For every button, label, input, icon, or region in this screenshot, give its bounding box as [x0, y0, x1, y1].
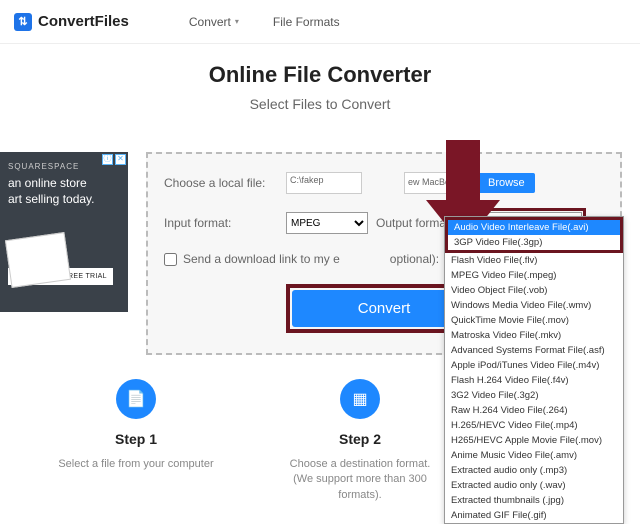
step-2-desc: Choose a destination format. (We support… — [280, 457, 440, 503]
brand-name: ConvertFiles — [38, 13, 129, 30]
step-1-title: Step 1 — [56, 431, 216, 447]
dropdown-item[interactable]: 3G2 Video File(.3g2) — [445, 388, 623, 403]
ad-info-icon[interactable]: ⓘ — [102, 154, 113, 165]
top-nav: Convert ▾ File Formats — [189, 15, 340, 29]
dropdown-item[interactable]: Windows Media Video File(.wmv) — [445, 298, 623, 313]
input-format-select[interactable]: MPEG — [286, 212, 368, 234]
dropdown-item[interactable]: Flash Video File(.flv) — [445, 253, 623, 268]
converter-panel: Choose a local file: C:\fakep ew MacBook… — [146, 152, 622, 355]
step-2: ▦ Step 2 Choose a destination format. (W… — [280, 379, 440, 503]
logo-icon: ⇅ — [14, 13, 32, 31]
ad-headline-1: an online store — [8, 176, 120, 192]
step-1-desc: Select a file from your computer — [56, 457, 216, 472]
browse-button[interactable]: Browse — [478, 173, 535, 193]
dropdown-item[interactable]: Anime Music Video File(.amv) — [445, 448, 623, 463]
chevron-down-icon: ▾ — [235, 17, 239, 26]
dropdown-item[interactable]: H.265/HEVC Video File(.mp4) — [445, 418, 623, 433]
choose-file-label: Choose a local file: — [164, 176, 286, 190]
dropdown-item[interactable]: Extracted audio only (.wav) — [445, 478, 623, 493]
page-subtitle: Select Files to Convert — [0, 96, 640, 112]
step-1: 📄 Step 1 Select a file from your compute… — [56, 379, 216, 503]
row-choose-file: Choose a local file: C:\fakep ew MacBook… — [164, 172, 604, 194]
dropdown-item[interactable]: H265/HEVC Apple Movie File(.mov) — [445, 433, 623, 448]
dropdown-item[interactable]: Extracted audio only (.mp3) — [445, 463, 623, 478]
nav-convert[interactable]: Convert ▾ — [189, 15, 239, 29]
file-icon: 📄 — [116, 379, 156, 419]
step-2-title: Step 2 — [280, 431, 440, 447]
output-format-label: Output format: — [376, 216, 453, 230]
dropdown-item[interactable]: MPEG Video File(.mpeg) — [445, 268, 623, 283]
hero: Online File Converter Select Files to Co… — [0, 62, 640, 112]
dropdown-item-selected[interactable]: Audio Video Interleave File(.avi) — [448, 220, 620, 235]
ad-close-icon[interactable]: ✕ — [115, 154, 126, 165]
ad-image — [5, 232, 71, 288]
dropdown-item[interactable]: Extracted thumbnails (.jpg) — [445, 493, 623, 508]
nav-convert-label: Convert — [189, 15, 231, 29]
grid-icon: ▦ — [340, 379, 380, 419]
dropdown-item[interactable]: QuickTime Movie File(.mov) — [445, 313, 623, 328]
file-path-input[interactable]: C:\fakep — [286, 172, 362, 194]
logo[interactable]: ⇅ ConvertFiles — [14, 13, 129, 31]
dropdown-item[interactable]: 3GP Video File(.3gp) — [448, 235, 620, 250]
dropdown-item[interactable]: Video Object File(.vob) — [445, 283, 623, 298]
dropdown-item[interactable]: Advanced Systems Format File(.asf) — [445, 343, 623, 358]
dropdown-item[interactable]: Animated GIF File(.gif) — [445, 508, 623, 523]
input-format-label: Input format: — [164, 216, 286, 230]
dropdown-item[interactable]: Matroska Video File(.mkv) — [445, 328, 623, 343]
header: ⇅ ConvertFiles Convert ▾ File Formats — [0, 0, 640, 44]
file-name-fragment: ew MacBook — [404, 172, 472, 194]
ad-headline-2: art selling today. — [8, 192, 120, 208]
sidebar-ad[interactable]: ⓘ ✕ SQUARESPACE an online store art sell… — [0, 152, 128, 312]
dropdown-highlight-group: Audio Video Interleave File(.avi) 3GP Vi… — [445, 217, 623, 253]
dropdown-item[interactable]: Flash H.264 Video File(.f4v) — [445, 373, 623, 388]
nav-file-formats[interactable]: File Formats — [273, 15, 340, 29]
email-link-checkbox[interactable] — [164, 253, 177, 266]
email-link-label-2: optional): — [390, 252, 439, 266]
dropdown-item[interactable]: Apple iPod/iTunes Video File(.m4v) — [445, 358, 623, 373]
ad-controls: ⓘ ✕ — [102, 154, 126, 165]
dropdown-item[interactable]: Raw H.264 Video File(.264) — [445, 403, 623, 418]
page-title: Online File Converter — [0, 62, 640, 88]
email-link-label-1: Send a download link to my e — [183, 252, 340, 266]
output-format-dropdown[interactable]: Audio Video Interleave File(.avi) 3GP Vi… — [444, 216, 624, 524]
main: ⓘ ✕ SQUARESPACE an online store art sell… — [0, 152, 640, 355]
